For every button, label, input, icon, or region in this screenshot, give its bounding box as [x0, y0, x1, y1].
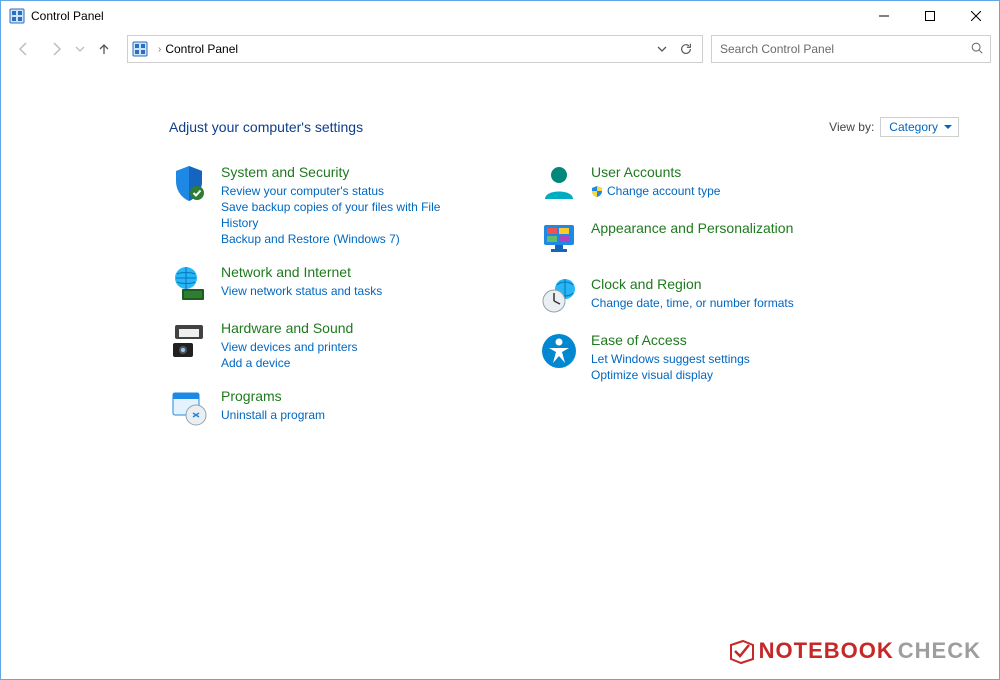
category-user-accounts: User Accounts Change account type	[539, 163, 849, 203]
category-link[interactable]: Uninstall a program	[221, 407, 325, 423]
up-button[interactable]	[89, 35, 119, 63]
category-link[interactable]: Save backup copies of your files with Fi…	[221, 199, 479, 231]
category-link[interactable]: Add a device	[221, 355, 358, 371]
category-link[interactable]: View devices and printers	[221, 339, 358, 355]
category-link[interactable]: View network status and tasks	[221, 283, 382, 299]
category-title[interactable]: Programs	[221, 387, 325, 405]
category-system-and-security: System and Security Review your computer…	[169, 163, 479, 247]
heading-row: Adjust your computer's settings View by:…	[169, 117, 959, 137]
address-history-dropdown[interactable]	[650, 37, 674, 61]
category-column-left: System and Security Review your computer…	[169, 163, 479, 443]
monitor-personalization-icon	[539, 219, 579, 259]
maximize-button[interactable]	[907, 1, 953, 31]
category-title[interactable]: System and Security	[221, 163, 479, 181]
window-controls	[861, 1, 999, 31]
view-by-dropdown[interactable]: Category	[880, 117, 959, 137]
printer-camera-icon	[169, 319, 209, 359]
recent-locations-dropdown[interactable]	[73, 35, 87, 63]
navigation-row: › Control Panel	[1, 31, 999, 67]
notebook-logo-icon	[727, 637, 755, 665]
watermark-ck: CHECK	[898, 638, 981, 664]
view-by-value: Category	[889, 120, 938, 134]
category-appearance-and-personalization: Appearance and Personalization	[539, 219, 849, 259]
category-title[interactable]: Network and Internet	[221, 263, 382, 281]
content-area: Adjust your computer's settings View by:…	[1, 67, 999, 443]
breadcrumb-root[interactable]: Control Panel	[165, 42, 238, 56]
uac-shield-icon	[591, 185, 603, 197]
page-heading: Adjust your computer's settings	[169, 119, 363, 135]
minimize-button[interactable]	[861, 1, 907, 31]
forward-button[interactable]	[41, 35, 71, 63]
back-button[interactable]	[9, 35, 39, 63]
category-link[interactable]: Change account type	[591, 183, 720, 199]
category-title[interactable]: User Accounts	[591, 163, 720, 181]
category-network-and-internet: Network and Internet View network status…	[169, 263, 479, 303]
user-icon	[539, 163, 579, 203]
view-by-label: View by:	[829, 120, 874, 134]
category-link[interactable]: Review your computer's status	[221, 183, 479, 199]
category-link[interactable]: Let Windows suggest settings	[591, 351, 750, 367]
view-by: View by: Category	[829, 117, 959, 137]
category-ease-of-access: Ease of Access Let Windows suggest setti…	[539, 331, 849, 383]
category-title[interactable]: Hardware and Sound	[221, 319, 358, 337]
category-title[interactable]: Appearance and Personalization	[591, 219, 793, 237]
close-button[interactable]	[953, 1, 999, 31]
chevron-right-icon[interactable]: ›	[158, 44, 161, 55]
refresh-button[interactable]	[674, 37, 698, 61]
title-bar: Control Panel	[1, 1, 999, 31]
globe-network-icon	[169, 263, 209, 303]
control-panel-icon	[132, 41, 148, 57]
watermark: NOTEBOOKCHECK	[727, 637, 981, 665]
category-hardware-and-sound: Hardware and Sound View devices and prin…	[169, 319, 479, 371]
category-link[interactable]: Change date, time, or number formats	[591, 295, 794, 311]
search-icon	[970, 41, 984, 58]
programs-icon	[169, 387, 209, 427]
category-title[interactable]: Ease of Access	[591, 331, 750, 349]
category-link[interactable]: Backup and Restore (Windows 7)	[221, 231, 479, 247]
address-bar[interactable]: › Control Panel	[127, 35, 703, 63]
shield-icon	[169, 163, 209, 203]
category-column-right: User Accounts Change account type	[539, 163, 849, 443]
search-input[interactable]	[718, 41, 970, 57]
category-clock-and-region: Clock and Region Change date, time, or n…	[539, 275, 849, 315]
control-panel-icon	[9, 8, 25, 24]
category-title[interactable]: Clock and Region	[591, 275, 794, 293]
category-link[interactable]: Optimize visual display	[591, 367, 750, 383]
category-link-label: Change account type	[607, 183, 720, 199]
accessibility-icon	[539, 331, 579, 371]
search-box[interactable]	[711, 35, 991, 63]
category-programs: Programs Uninstall a program	[169, 387, 479, 427]
clock-globe-icon	[539, 275, 579, 315]
watermark-nb: NOTEBOOK	[759, 638, 894, 664]
window-title: Control Panel	[31, 9, 104, 23]
